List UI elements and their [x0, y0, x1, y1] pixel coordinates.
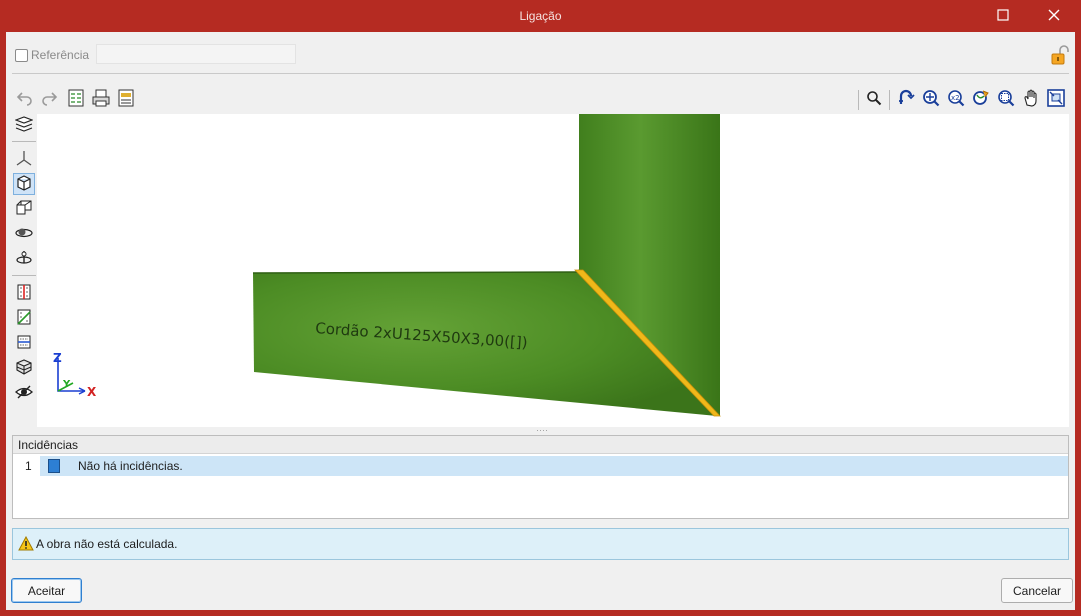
- rotate-icon: [972, 89, 990, 110]
- close-button[interactable]: [1031, 0, 1077, 32]
- incidences-title: Incidências: [18, 438, 79, 452]
- redo-icon: [40, 90, 58, 109]
- side-separator: [12, 275, 36, 276]
- section-blue-button[interactable]: [13, 332, 35, 354]
- visibility-button[interactable]: [13, 382, 35, 404]
- fit-view-button[interactable]: [1045, 88, 1067, 110]
- axis-indicator: Z Y X: [49, 350, 109, 403]
- divider: [12, 73, 1069, 74]
- export-icon: [118, 89, 134, 110]
- layers-button[interactable]: [13, 114, 35, 136]
- zoom-out-icon: [997, 89, 1015, 110]
- reference-label: Referência: [31, 48, 90, 62]
- axis-z-label: Z: [53, 351, 62, 365]
- list-check-icon: [68, 89, 84, 110]
- toolbar-separator: [858, 90, 859, 110]
- window-title: Ligação: [519, 9, 562, 23]
- axis-x-label: X: [87, 385, 97, 399]
- maximize-button[interactable]: [980, 0, 1026, 32]
- table-row[interactable]: Não há incidências.: [40, 456, 1068, 476]
- zoom-rotate-icon: [897, 89, 915, 110]
- axes-icon: [15, 150, 33, 169]
- solid-icon: [15, 358, 33, 378]
- toolbar-separator: [889, 90, 890, 110]
- view-cube-icon: [15, 200, 33, 219]
- export-button[interactable]: [115, 88, 137, 110]
- pan-hand-icon: [1023, 88, 1039, 110]
- zoom-rotate-button[interactable]: [895, 88, 917, 110]
- section-blue-icon: [16, 334, 32, 353]
- info-icon: [48, 459, 60, 473]
- close-icon: [1048, 9, 1060, 24]
- pan-hand-button[interactable]: [1020, 88, 1042, 110]
- layers-icon: [14, 115, 34, 135]
- section-green-button[interactable]: [13, 307, 35, 329]
- svg-text:x2: x2: [951, 94, 960, 102]
- undo-button[interactable]: [14, 88, 36, 110]
- row-number: 1: [25, 459, 32, 473]
- maximize-icon: [997, 8, 1009, 24]
- axes-button[interactable]: [13, 148, 35, 170]
- orbit-icon: [15, 225, 33, 244]
- rotate-button[interactable]: [970, 88, 992, 110]
- 3d-viewport[interactable]: Cordão 2xU125X50X3,00([]) Z Y X: [37, 114, 1069, 427]
- row-text: Não há incidências.: [78, 459, 183, 473]
- pivot-button[interactable]: [13, 248, 35, 270]
- zoom-window-button[interactable]: x2: [945, 88, 967, 110]
- section-green-icon: [16, 309, 32, 328]
- status-text: A obra não está calculada.: [36, 537, 178, 551]
- search-button[interactable]: [863, 88, 885, 110]
- pivot-icon: [15, 250, 33, 269]
- reference-checkbox[interactable]: [15, 49, 28, 62]
- accept-button[interactable]: Aceitar: [11, 578, 82, 603]
- axis-y-label: Y: [62, 379, 71, 390]
- zoom-out-button[interactable]: [995, 88, 1017, 110]
- unlock-icon[interactable]: [1051, 45, 1069, 65]
- warning-icon: [18, 535, 34, 554]
- print-button[interactable]: [90, 88, 112, 110]
- section-red-button[interactable]: [13, 282, 35, 304]
- zoom-all-button[interactable]: [920, 88, 942, 110]
- print-icon: [92, 89, 110, 110]
- redo-button[interactable]: [38, 88, 60, 110]
- view-3d-button[interactable]: [13, 173, 35, 195]
- status-bar: A obra não está calculada.: [12, 528, 1069, 560]
- visibility-icon: [15, 384, 33, 403]
- side-separator: [12, 141, 36, 142]
- cancel-button[interactable]: Cancelar: [1001, 578, 1073, 603]
- dialog-client: Referência x2 Cordão 2xU125X50X3,00([]) …: [6, 32, 1075, 610]
- incidences-header: Incidências: [13, 436, 1068, 454]
- title-bar[interactable]: Ligação: [0, 0, 1081, 32]
- undo-icon: [16, 90, 34, 109]
- section-red-icon: [16, 284, 32, 303]
- dialog-window: Ligação Referência x2 Cordão 2xU125X50X3…: [0, 0, 1081, 616]
- solid-button[interactable]: [13, 357, 35, 379]
- zoom-window-icon: x2: [947, 89, 965, 110]
- fit-view-icon: [1047, 88, 1065, 110]
- reference-row: Referência: [6, 42, 1075, 68]
- view-cube-button[interactable]: [13, 198, 35, 220]
- incidences-panel: Incidências 1 Não há incidências.: [12, 435, 1069, 519]
- splitter-handle[interactable]: ····: [536, 426, 550, 435]
- reference-input[interactable]: [96, 44, 296, 64]
- view-3d-icon: [16, 174, 32, 194]
- model-render: Cordão 2xU125X50X3,00([]): [252, 114, 721, 417]
- zoom-all-icon: [922, 89, 940, 110]
- search-icon: [866, 90, 882, 109]
- orbit-button[interactable]: [13, 223, 35, 245]
- list-check-button[interactable]: [65, 88, 87, 110]
